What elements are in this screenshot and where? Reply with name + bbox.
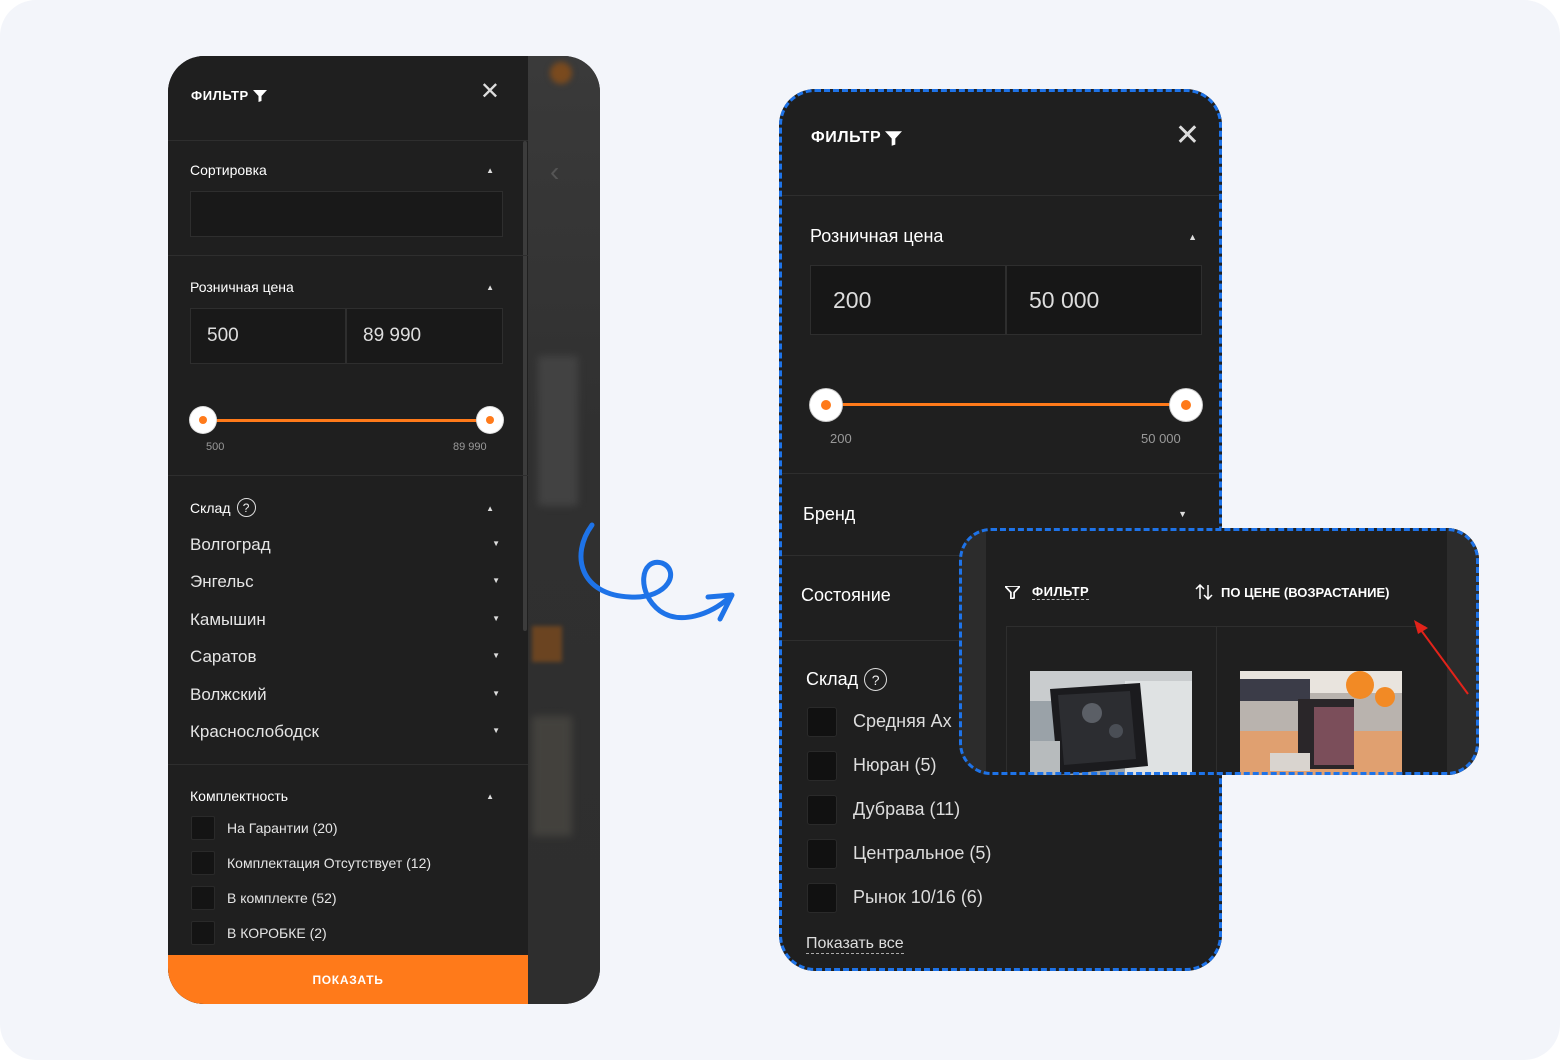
sort-arrows-icon bbox=[1195, 584, 1213, 600]
price-min-input[interactable]: 500 bbox=[190, 308, 346, 364]
product-list-inset: ФИЛЬТР ПО ЦЕНЕ (ВОЗРАСТАНИЕ) bbox=[959, 528, 1479, 775]
sort-title[interactable]: Сортировка bbox=[190, 162, 267, 178]
price-slider-max-handle[interactable] bbox=[1170, 389, 1202, 421]
caret-down-icon[interactable]: ▼ bbox=[492, 651, 500, 660]
help-icon[interactable]: ? bbox=[236, 498, 256, 517]
price-slider-max-label: 50 000 bbox=[1141, 431, 1181, 446]
checkbox-label[interactable]: В КОРОБКЕ (2) bbox=[227, 925, 327, 941]
funnel-icon bbox=[252, 89, 267, 102]
price-slider-track[interactable] bbox=[826, 403, 1186, 406]
brand-title[interactable]: Бренд bbox=[803, 504, 855, 525]
caret-up-icon[interactable]: ▲ bbox=[1188, 232, 1197, 242]
transition-arrow-icon bbox=[578, 522, 735, 622]
warehouse-city[interactable]: Саратов bbox=[190, 647, 257, 667]
checkbox-label[interactable]: Центральное (5) bbox=[853, 843, 991, 864]
caret-down-icon[interactable]: ▼ bbox=[492, 576, 500, 585]
background-button bbox=[532, 626, 562, 662]
price-slider-track[interactable] bbox=[203, 419, 490, 422]
checkbox-label[interactable]: Нюран (5) bbox=[853, 755, 936, 776]
sort-toggle[interactable]: ПО ЦЕНЕ (ВОЗРАСТАНИЕ) bbox=[1195, 584, 1389, 600]
price-title[interactable]: Розничная цена bbox=[810, 226, 943, 247]
caret-down-icon[interactable]: ▼ bbox=[492, 614, 500, 623]
caret-down-icon[interactable]: ▼ bbox=[1178, 509, 1187, 519]
checkbox-label[interactable]: Рынок 10/16 (6) bbox=[853, 887, 983, 908]
background-avatar bbox=[550, 62, 572, 84]
price-slider-min-label: 500 bbox=[206, 441, 225, 453]
caret-down-icon[interactable]: ▼ bbox=[492, 726, 500, 735]
checkbox[interactable] bbox=[807, 839, 837, 869]
filter-toggle-label: ФИЛЬТР bbox=[1032, 584, 1090, 600]
checkbox[interactable] bbox=[191, 851, 215, 875]
show-all-link[interactable]: Показать все bbox=[806, 935, 904, 954]
caret-down-icon[interactable]: ▼ bbox=[492, 689, 500, 698]
checkbox-label[interactable]: Средняя Ах bbox=[853, 711, 952, 732]
caret-up-icon[interactable]: ▲ bbox=[486, 504, 494, 513]
warehouse-city[interactable]: Энгельс bbox=[190, 572, 254, 592]
warehouse-title-text: Склад bbox=[806, 669, 859, 689]
drawer-header: ФИЛЬТР ✕ bbox=[168, 56, 528, 141]
condition-title[interactable]: Состояние bbox=[801, 585, 891, 606]
filter-toggle[interactable]: ФИЛЬТР bbox=[1005, 584, 1090, 600]
checkbox[interactable] bbox=[191, 921, 215, 945]
close-icon[interactable]: ✕ bbox=[1175, 121, 1200, 151]
show-button[interactable]: ПОКАЗАТЬ bbox=[168, 955, 528, 1004]
price-title[interactable]: Розничная цена bbox=[190, 279, 294, 295]
checkbox[interactable] bbox=[191, 816, 215, 840]
filter-drawer: ФИЛЬТР ✕ Сортировка ▲ Розничная цена ▲ 5… bbox=[168, 56, 528, 1004]
close-icon[interactable]: ✕ bbox=[480, 80, 500, 104]
price-slider-max-label: 89 990 bbox=[453, 441, 487, 453]
price-slider-min-handle[interactable] bbox=[190, 407, 216, 433]
caret-up-icon[interactable]: ▲ bbox=[486, 792, 494, 801]
drawer-title-text: ФИЛЬТР bbox=[191, 88, 249, 103]
inset-edge bbox=[959, 528, 986, 775]
back-chevron-icon: ‹ bbox=[550, 156, 560, 187]
caret-up-icon[interactable]: ▲ bbox=[486, 166, 494, 175]
checkbox-label[interactable]: В комплекте (52) bbox=[227, 890, 337, 906]
warehouse-city[interactable]: Волжский bbox=[190, 685, 267, 705]
drawer-title-text: ФИЛЬТР bbox=[811, 129, 882, 146]
drawer-title: ФИЛЬТР bbox=[191, 88, 267, 103]
drawer-title: ФИЛЬТР bbox=[811, 129, 903, 147]
sort-select[interactable] bbox=[190, 191, 503, 237]
checkbox-label[interactable]: Комплектация Отсутствует (12) bbox=[227, 855, 431, 871]
product-grid bbox=[1006, 626, 1426, 775]
funnel-icon bbox=[885, 130, 903, 146]
sort-toggle-label: ПО ЦЕНЕ (ВОЗРАСТАНИЕ) bbox=[1221, 584, 1390, 600]
pointer-arrow-icon bbox=[1414, 620, 1469, 695]
caret-down-icon[interactable]: ▼ bbox=[492, 539, 500, 548]
product-image[interactable] bbox=[1240, 671, 1402, 775]
checkbox-label[interactable]: На Гарантии (20) bbox=[227, 820, 338, 836]
price-max-input[interactable]: 50 000 bbox=[1006, 265, 1202, 335]
grid-divider bbox=[1006, 627, 1007, 775]
warehouse-city[interactable]: Камышин bbox=[190, 610, 266, 630]
product-image[interactable] bbox=[1030, 671, 1192, 775]
warehouse-title[interactable]: Склад ? bbox=[806, 668, 888, 691]
warehouse-city[interactable]: Краснослободск bbox=[190, 722, 319, 742]
funnel-icon bbox=[1005, 585, 1020, 599]
price-slider-min-handle[interactable] bbox=[810, 389, 842, 421]
completeness-title[interactable]: Комплектность bbox=[190, 788, 288, 804]
checkbox[interactable] bbox=[191, 886, 215, 910]
drawer-header: ФИЛЬТР ✕ bbox=[779, 89, 1222, 196]
price-min-input[interactable]: 200 bbox=[810, 265, 1006, 335]
background-image bbox=[532, 716, 572, 836]
checkbox[interactable] bbox=[807, 707, 837, 737]
price-slider-max-handle[interactable] bbox=[477, 407, 503, 433]
warehouse-city[interactable]: Волгоград bbox=[190, 535, 271, 555]
warehouse-title-text: Склад bbox=[190, 499, 231, 516]
help-icon[interactable]: ? bbox=[864, 668, 888, 691]
warehouse-title[interactable]: Склад ? bbox=[190, 498, 256, 517]
background-image bbox=[538, 356, 578, 506]
checkbox[interactable] bbox=[807, 795, 837, 825]
divider bbox=[779, 473, 1222, 474]
checkbox[interactable] bbox=[807, 883, 837, 913]
price-max-input[interactable]: 89 990 bbox=[346, 308, 503, 364]
caret-up-icon[interactable]: ▲ bbox=[486, 283, 494, 292]
checkbox[interactable] bbox=[807, 751, 837, 781]
left-phone: ‹ ФИЛЬТР ✕ Сортировка ▲ Розничная цена ▲… bbox=[168, 56, 600, 1004]
price-slider-min-label: 200 bbox=[830, 431, 852, 446]
grid-divider bbox=[1216, 627, 1217, 775]
checkbox-label[interactable]: Дубрава (11) bbox=[853, 799, 960, 820]
